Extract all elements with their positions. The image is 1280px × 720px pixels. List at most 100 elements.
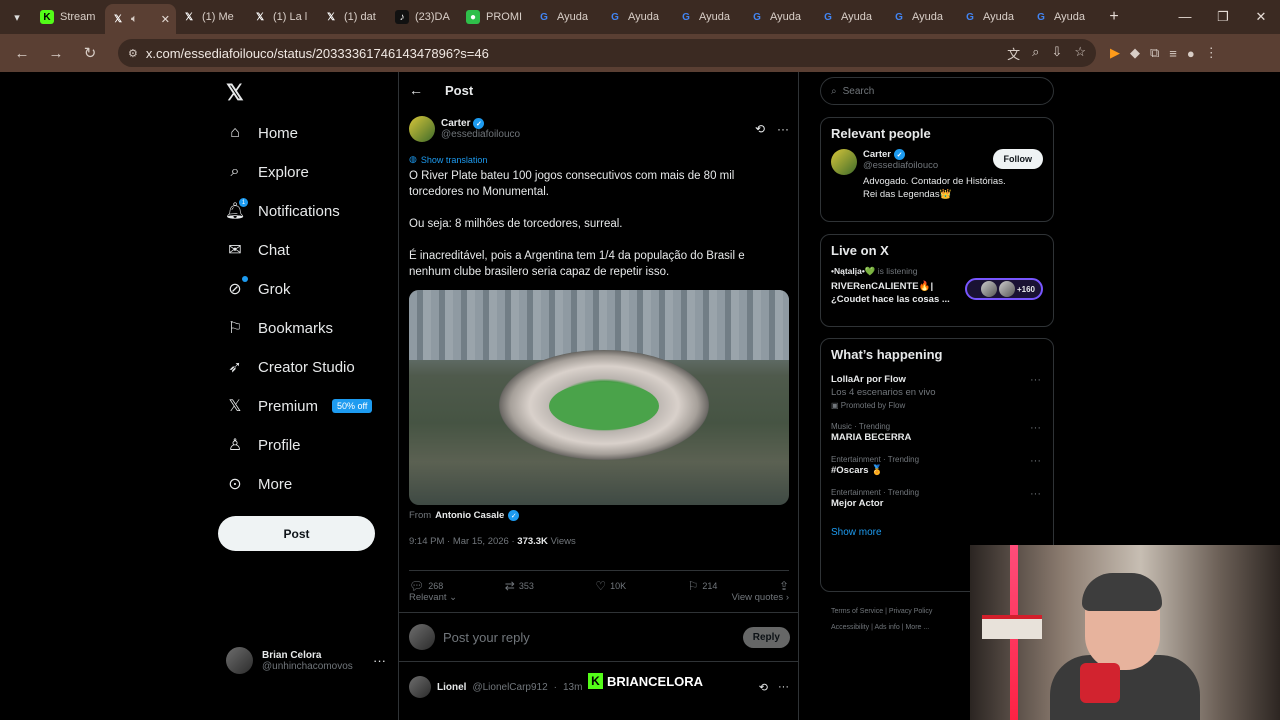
reply-name[interactable]: Lionel (437, 682, 466, 693)
browser-menu-icon[interactable]: ⋮ (1205, 45, 1218, 61)
browser-tab[interactable]: G Ayuda (886, 4, 957, 30)
footer-link[interactable]: Terms of Service (831, 608, 883, 615)
close-tab-icon[interactable]: ✕ (161, 13, 170, 26)
new-tab-button[interactable]: + (1099, 8, 1129, 26)
show-translation-link[interactable]: ◍ Show translation (409, 154, 487, 165)
footer-link[interactable]: Ads info (874, 624, 899, 631)
reload-icon[interactable]: ↻ (76, 39, 104, 67)
nav-item-bookmarks[interactable]: ⚐ Bookmarks (226, 315, 333, 341)
grok-icon[interactable]: ⟲ (759, 681, 768, 694)
trend-more-icon[interactable]: ··· (1030, 455, 1041, 467)
author-handle[interactable]: @essediafoilouco (441, 129, 520, 140)
nav-item-chat[interactable]: ✉ Chat (226, 237, 289, 263)
bookmark-button[interactable]: ⚐ 214 (688, 579, 718, 593)
sort-dropdown[interactable]: Relevant ⌄ (409, 592, 457, 603)
address-bar[interactable]: ⚙ x.com/essediafoilouco/status/203333617… (118, 39, 1096, 67)
google-icon: G (824, 11, 832, 23)
back-arrow-icon[interactable]: ← (409, 82, 423, 98)
more-dots-icon[interactable]: ··· (373, 653, 386, 668)
nav-item-home[interactable]: ⌂ Home (226, 120, 298, 146)
like-button[interactable]: ♡ 10K (595, 579, 626, 593)
close-window-icon[interactable]: ✕ (1242, 9, 1280, 25)
person-handle: @essediafoilouco (863, 160, 939, 171)
more-options-icon[interactable]: ··· (777, 122, 789, 136)
author-name-row[interactable]: Carter ✓ (441, 118, 520, 129)
account-switcher[interactable]: Brian Celora @unhinchacomovos ··· (226, 647, 386, 674)
browser-tab[interactable]: G Ayuda (1028, 4, 1099, 30)
browser-tab[interactable]: G Ayuda (744, 4, 815, 30)
reply-handle[interactable]: @LionelCarp912 (472, 682, 547, 693)
search-input[interactable]: ⌕ Search (820, 77, 1054, 105)
trend-item[interactable]: Music · Trending MARIA BECERRA ··· (831, 422, 1043, 443)
back-icon[interactable]: ← (8, 39, 36, 67)
person-avatar[interactable] (831, 149, 857, 175)
footer-link[interactable]: Privacy Policy (889, 608, 933, 615)
more-options-icon[interactable]: ··· (778, 681, 789, 694)
post-time[interactable]: 9:14 PM (409, 536, 444, 547)
follow-button[interactable]: Follow (992, 149, 1043, 169)
install-icon[interactable]: ⇩ (1051, 44, 1062, 63)
extension-play-icon[interactable]: ▶ (1110, 45, 1120, 61)
footer-link[interactable]: Accessibility (831, 624, 869, 631)
browser-tab[interactable]: G Ayuda (673, 4, 744, 30)
browser-tab[interactable]: 𝕏 🔈︎ ✕ (105, 4, 176, 34)
tab-search-menu-icon[interactable]: ▾ (0, 0, 34, 34)
listeners-pill[interactable]: +160 (965, 278, 1043, 300)
extension-diamond-icon[interactable]: ◆ (1130, 45, 1140, 61)
nav-item-grok[interactable]: ⊘ Grok (226, 276, 291, 302)
verified-icon: ✓ (473, 118, 485, 129)
post-button[interactable]: Post (218, 516, 375, 551)
browser-tab[interactable]: G Ayuda (531, 4, 602, 30)
browser-tab[interactable]: ♪ (23)DA (389, 4, 460, 30)
reply-avatar[interactable] (409, 676, 431, 698)
grok-icon[interactable]: ⟲ (755, 122, 765, 136)
from-name[interactable]: Antonio Casale (435, 510, 504, 521)
trend-more-icon[interactable]: ··· (1030, 488, 1041, 500)
site-info-icon[interactable]: ⚙ (128, 47, 138, 60)
nav-item-more[interactable]: ⊙ More (226, 471, 292, 497)
reply-submit-button[interactable]: Reply (742, 626, 790, 648)
restore-icon[interactable]: ❐ (1204, 9, 1242, 25)
browser-tab[interactable]: G Ayuda (957, 4, 1028, 30)
profile-avatar-icon[interactable]: ● (1187, 46, 1195, 61)
show-more-link[interactable]: Show more (831, 527, 1043, 538)
browser-tab[interactable]: G Ayuda (815, 4, 886, 30)
post-date[interactable]: Mar 15, 2026 (453, 536, 509, 547)
share-button[interactable]: ⇪ (779, 579, 789, 593)
trend-more-icon[interactable]: ··· (1030, 374, 1041, 386)
browser-tab[interactable]: K Stream (34, 4, 105, 30)
minimize-icon[interactable]: — (1166, 9, 1204, 25)
live-space-item[interactable]: •Nątalįa•💚 is listening RIVERenCALIENTE🔥… (831, 266, 1043, 306)
browser-tab[interactable]: G Ayuda (602, 4, 673, 30)
reply-input[interactable]: Post your reply (443, 630, 530, 645)
reply-button[interactable]: 💬︎ 268 (409, 579, 443, 593)
x-logo-icon[interactable]: 𝕏 (226, 80, 244, 106)
translate-icon[interactable]: 文 (1007, 44, 1020, 63)
speaker-icon[interactable]: 🔈︎ (131, 13, 138, 26)
view-quotes-link[interactable]: View quotes › (732, 592, 789, 603)
trend-more-icon[interactable]: ··· (1030, 422, 1041, 434)
trend-item[interactable]: LollaAr por Flow Los 4 escenarios en vivo… (831, 374, 1043, 410)
nav-item-explore[interactable]: ⌕ Explore (226, 159, 309, 185)
nav-item-premium[interactable]: 𝕏 Premium 50% off (226, 393, 373, 419)
forward-icon[interactable]: → (42, 39, 70, 67)
browser-tab[interactable]: 𝕏 (1) dat (318, 4, 389, 30)
nav-item-notifications[interactable]: 🔔︎ 1 Notifications (225, 198, 340, 224)
nav-item-creator-studio[interactable]: ➶ Creator Studio (226, 354, 354, 380)
trend-item[interactable]: Entertainment · Trending #Oscars 🏅 ··· (831, 455, 1043, 476)
browser-tab[interactable]: ● PROMI (460, 4, 531, 30)
repost-button[interactable]: ⇄ 353 (505, 579, 534, 593)
extensions-puzzle-icon[interactable]: ⧉ (1150, 45, 1159, 61)
post-video[interactable] (409, 290, 789, 505)
nav-item-profile[interactable]: ♙ Profile (226, 432, 301, 458)
footer-link[interactable]: More ... (905, 624, 929, 631)
trend-item[interactable]: Entertainment · Trending Mejor Actor ··· (831, 488, 1043, 509)
media-control-icon[interactable]: ≡ (1169, 46, 1177, 61)
tab-title: Ayuda (770, 11, 801, 23)
relevant-person[interactable]: Carter ✓ @essediafoilouco Advogado. Conta… (831, 149, 1043, 201)
browser-tab[interactable]: 𝕏 (1) La l (247, 4, 318, 30)
browser-tab[interactable]: 𝕏 (1) Me (176, 4, 247, 30)
author-avatar[interactable] (409, 116, 435, 142)
bookmark-star-icon[interactable]: ☆ (1074, 44, 1086, 63)
zoom-icon[interactable]: ⌕ (1032, 44, 1039, 63)
